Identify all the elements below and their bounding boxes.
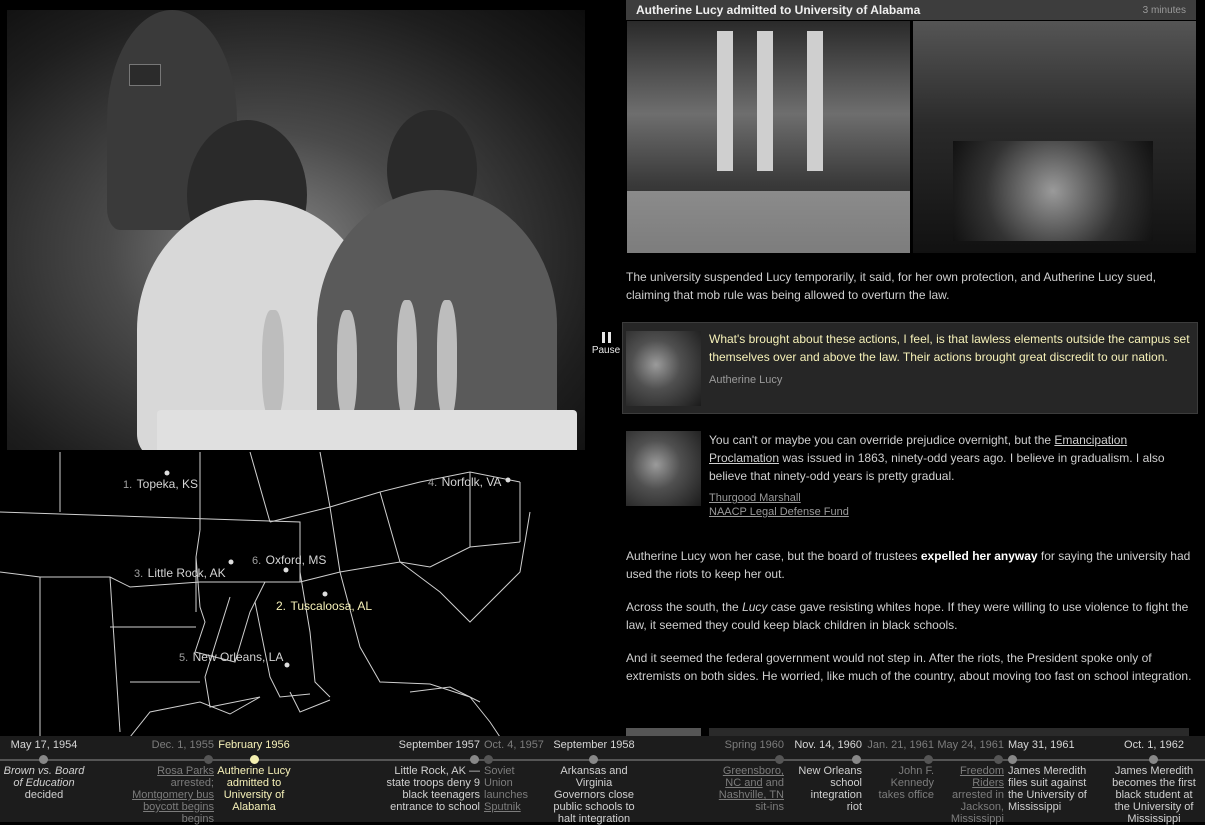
pause-icon	[590, 332, 622, 343]
chapter-header: Autherine Lucy admitted to University of…	[626, 0, 1196, 20]
map-label-tuscaloosa[interactable]: 2. Tuscaloosa, AL	[276, 597, 372, 614]
marker-oxford[interactable]	[283, 567, 289, 573]
photo-campus-building	[627, 21, 910, 253]
video-overlay-button[interactable]	[129, 64, 161, 86]
article-paragraph-3: Across the south, the Lucy case gave res…	[626, 600, 1189, 632]
article-paragraph-4: And it seemed the federal government wou…	[626, 651, 1192, 683]
timeline-event-schools-closed[interactable]: September 1958 Arkansas and Virginia Gover…	[548, 736, 640, 825]
timeline-event-kennedy[interactable]: Jan. 21, 1961 John F. Kennedy takes office	[864, 736, 934, 801]
marker-tuscaloosa[interactable]	[322, 591, 328, 597]
article-paragraph-2: Autherine Lucy won her case, but the boa…	[626, 549, 1191, 581]
location-map: 1. Topeka, KS 2. Tuscaloosa, AL 3. Littl…	[0, 452, 531, 737]
photo-protest-crowd	[913, 21, 1196, 253]
next-text-partial	[709, 728, 1189, 736]
timeline-event-new-orleans-riot[interactable]: Nov. 14, 1960 New Orleans school integrati…	[788, 736, 862, 813]
quote-thumbnail-lucy[interactable]	[626, 331, 701, 406]
quote-thumbnail-marshall[interactable]	[626, 431, 701, 506]
timeline-event-freedom-riders[interactable]: May 24, 1961 Freedom Riders arrested in Jac…	[934, 736, 1004, 825]
pause-button[interactable]: Pause	[590, 332, 622, 356]
quote-autherine-lucy[interactable]: What's brought about these actions, I fe…	[622, 322, 1198, 414]
quote2-text: You can't or maybe you can override prej…	[709, 433, 1165, 483]
map-label-norfolk[interactable]: 4. Norfolk, VA	[428, 473, 501, 490]
map-label-oxford[interactable]: 6. Oxford, MS	[252, 551, 326, 568]
timeline[interactable]: May 17, 1954 Brown vs. Board of Education…	[0, 736, 1205, 825]
timeline-event-sputnik[interactable]: Oct. 4, 1957 Soviet Union launches Sputnik	[484, 736, 554, 813]
quote2-org-link[interactable]: NAACP Legal Defense Fund	[709, 506, 849, 518]
marker-topeka[interactable]	[164, 470, 170, 476]
marker-little-rock[interactable]	[228, 559, 234, 565]
pause-label: Pause	[591, 345, 621, 356]
timeline-event-sit-ins[interactable]: Spring 1960 Greensboro, NC and and Nashvil…	[700, 736, 784, 813]
timeline-event-little-rock[interactable]: September 1957 Little Rock, AK — state tr…	[380, 736, 480, 813]
video-player[interactable]	[7, 10, 585, 450]
map-label-little-rock[interactable]: 3. Little Rock, AK	[134, 564, 226, 581]
next-thumbnail-partial	[626, 728, 701, 736]
marker-new-orleans[interactable]	[284, 662, 290, 668]
chapter-duration: 3 minutes	[1142, 4, 1186, 16]
article-paragraph-1: The university suspended Lucy temporaril…	[626, 270, 1157, 302]
chapter-title: Autherine Lucy admitted to University of…	[636, 3, 921, 17]
timeline-event-brown[interactable]: May 17, 1954 Brown vs. Board of Education…	[0, 736, 88, 801]
marker-norfolk[interactable]	[505, 477, 511, 483]
map-label-topeka[interactable]: 1. Topeka, KS	[123, 475, 198, 492]
timeline-event-autherine-lucy[interactable]: February 1956 Autherine Lucy admitted to U…	[213, 736, 295, 813]
state-borders	[0, 452, 531, 737]
timeline-event-meredith-admitted[interactable]: Oct. 1, 1962 James Meredith becomes the f…	[1108, 736, 1200, 825]
timeline-event-meredith-suit[interactable]: May 31, 1961 James Meredith files suit ag…	[1008, 736, 1103, 813]
quote2-author-link[interactable]: Thurgood Marshall	[709, 492, 801, 504]
timeline-event-rosa-parks[interactable]: Dec. 1, 1955 Rosa Parks arrested; Montgome…	[126, 736, 214, 825]
quote-author: Autherine Lucy	[709, 374, 783, 386]
map-labels: 1. Topeka, KS 2. Tuscaloosa, AL 3. Littl…	[123, 473, 501, 665]
map-label-new-orleans[interactable]: 5. New Orleans, LA	[179, 648, 283, 665]
quote-text: What's brought about these actions, I fe…	[709, 332, 1190, 364]
